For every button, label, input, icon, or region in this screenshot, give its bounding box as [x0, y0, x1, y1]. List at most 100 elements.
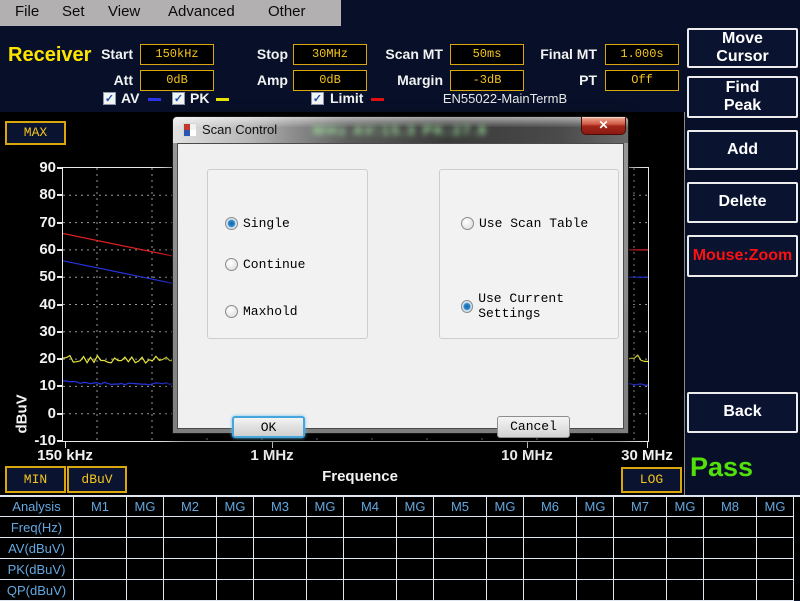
row-label-qpdbuv: QP(dBuV) [0, 580, 74, 601]
radio-use-scan-table[interactable]: Use Scan Table [461, 216, 588, 231]
ytick-0: 0 [12, 405, 56, 422]
ytick-10: 10 [12, 377, 56, 394]
ytick-80: 80 [12, 186, 56, 203]
radio-continue[interactable]: Continue [225, 257, 305, 272]
data-cell [704, 517, 757, 538]
table-row: QP(dBuV) [0, 580, 800, 601]
data-cell [487, 559, 524, 580]
header-cell-mg: MG [217, 497, 254, 517]
data-cell [307, 580, 344, 601]
data-cell [487, 538, 524, 559]
menu-item-file[interactable]: File [15, 3, 39, 20]
mouse-zoom-button[interactable]: Mouse:Zoom [687, 235, 798, 277]
menu-item-view[interactable]: View [108, 3, 140, 20]
add-button[interactable]: Add [687, 130, 798, 170]
data-cell [254, 538, 307, 559]
data-cell [254, 580, 307, 601]
header-cell-mg: MG [757, 497, 794, 517]
radio-label: Maxhold [243, 304, 298, 319]
cancel-button[interactable]: Cancel [497, 416, 570, 438]
move-cursor-button[interactable]: Move Cursor [687, 28, 798, 68]
delete-button[interactable]: Delete [687, 182, 798, 223]
standard-name: EN55022-MainTermB [440, 91, 570, 106]
pk-checkbox[interactable]: ✓ [172, 92, 185, 105]
data-cell [127, 517, 164, 538]
row-label-freqhz: Freq(Hz) [0, 517, 74, 538]
back-button[interactable]: Back [687, 392, 798, 433]
menu-item-advanced[interactable]: Advanced [168, 3, 235, 20]
ytick-mark [57, 440, 62, 442]
ytick-90: 90 [12, 159, 56, 176]
ok-button[interactable]: OK [232, 416, 305, 438]
data-cell [487, 517, 524, 538]
header-cell-mg: MG [577, 497, 614, 517]
ytick-30: 30 [12, 323, 56, 340]
data-cell [704, 538, 757, 559]
ytick-mark [57, 222, 62, 224]
header-cell-m2: M2 [164, 497, 217, 517]
data-cell [254, 559, 307, 580]
data-cell [74, 517, 127, 538]
data-cell [434, 517, 487, 538]
unit-button[interactable]: dBuV [67, 466, 127, 493]
radio-circle [225, 305, 238, 318]
radio-label: Continue [243, 257, 305, 272]
limit-color-swatch [371, 98, 384, 101]
final-mt-field[interactable]: 1.000s [605, 44, 679, 65]
header-cell-m4: M4 [344, 497, 397, 517]
menu-item-set[interactable]: Set [62, 3, 85, 20]
close-icon[interactable]: ✕ [581, 117, 626, 135]
data-cell [667, 580, 704, 601]
data-cell [757, 517, 794, 538]
find-peak-button[interactable]: Find Peak [687, 76, 798, 118]
data-cell [704, 580, 757, 601]
x-axis-title: Frequence [300, 468, 420, 485]
start-label: Start [13, 46, 133, 62]
radio-maxhold[interactable]: Maxhold [225, 304, 298, 319]
amp-label: Amp [168, 72, 288, 88]
data-cell [217, 538, 254, 559]
scan-mt-label: Scan MT [323, 46, 443, 62]
menu-item-other[interactable]: Other [268, 3, 306, 20]
limit-label: Limit [330, 90, 363, 106]
header-cell-mg: MG [667, 497, 704, 517]
ytick-mark [57, 385, 62, 387]
data-cell [307, 559, 344, 580]
data-cell [434, 559, 487, 580]
stop-label: Stop [168, 46, 288, 62]
pt-field[interactable]: Off [605, 70, 679, 91]
radio-circle [461, 217, 474, 230]
data-cell [614, 538, 667, 559]
data-cell [127, 580, 164, 601]
av-label: AV [121, 90, 139, 106]
max-button[interactable]: MAX [5, 121, 66, 145]
av-checkbox[interactable]: ✓ [103, 92, 116, 105]
min-button[interactable]: MIN [5, 466, 66, 493]
xtick-30MHz: 30 MHz [612, 447, 682, 464]
radio-label: Use Scan Table [479, 216, 588, 231]
data-cell [127, 538, 164, 559]
xtick-mark [527, 442, 528, 448]
analysis-table: AnalysisM1MGM2MGM3MGM4MGM5MGM6MGM7MGM8MG… [0, 495, 800, 600]
data-cell [397, 580, 434, 601]
ytick-mark [57, 276, 62, 278]
margin-label: Margin [323, 72, 443, 88]
data-cell [254, 517, 307, 538]
scan-control-dialog: Scan Control MHz AV:15.3 PK:27.8 ✕ Singl… [172, 116, 629, 434]
dialog-titlebar[interactable]: Scan Control MHz AV:15.3 PK:27.8 ✕ [173, 117, 628, 143]
limit-checkbox[interactable]: ✓ [311, 92, 324, 105]
ytick-mark [57, 331, 62, 333]
radio-single[interactable]: Single [225, 216, 290, 231]
data-cell [307, 538, 344, 559]
data-cell [217, 580, 254, 601]
data-cell [164, 559, 217, 580]
ytick-60: 60 [12, 241, 56, 258]
radio-circle [225, 258, 238, 271]
table-header-row: AnalysisM1MGM2MGM3MGM4MGM5MGM6MGM7MGM8MG [0, 497, 800, 517]
radio-use-current-settings[interactable]: Use Current Settings [461, 291, 623, 321]
header-cell-mg: MG [127, 497, 164, 517]
ytick-mark [57, 358, 62, 360]
log-scale-button[interactable]: LOG [621, 467, 682, 493]
data-cell [217, 559, 254, 580]
data-cell [757, 538, 794, 559]
